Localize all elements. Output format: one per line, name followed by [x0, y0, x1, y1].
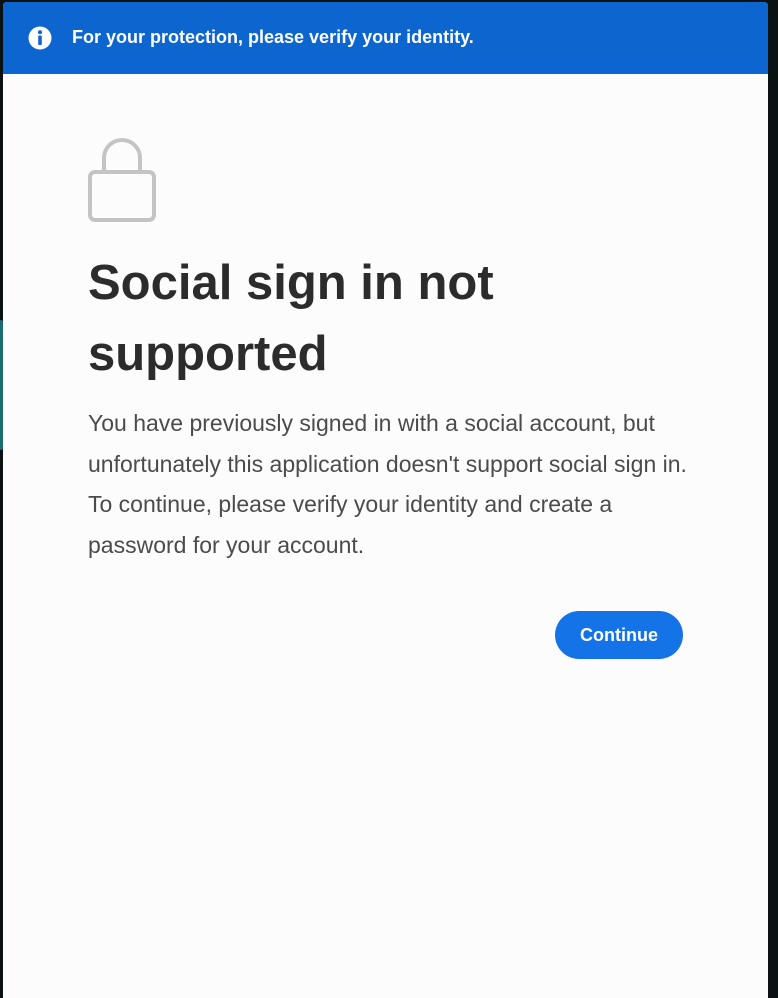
lock-icon [87, 134, 157, 222]
continue-button[interactable]: Continue [555, 611, 683, 659]
page-title: Social sign in not supported [88, 256, 494, 381]
explanation-text: You have previously signed in with a soc… [88, 410, 687, 558]
verification-dialog: For your protection, please verify your … [3, 2, 768, 998]
info-icon [28, 26, 52, 50]
banner-message: For your protection, please verify your … [72, 27, 474, 47]
protection-banner: For your protection, please verify your … [3, 2, 768, 74]
